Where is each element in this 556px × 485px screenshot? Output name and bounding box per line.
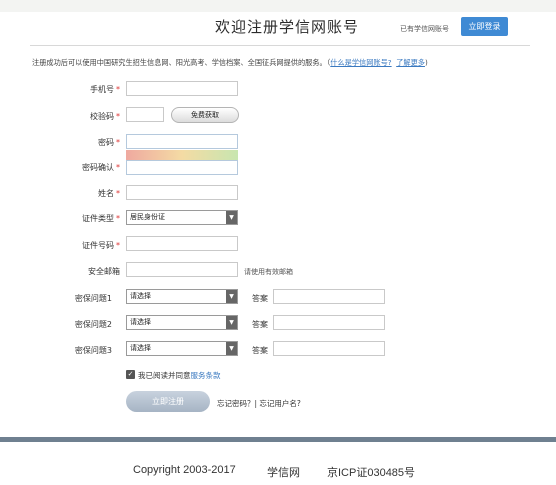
email-label: 安全邮箱 — [30, 266, 120, 277]
id-type-label: 证件类型 * — [30, 213, 120, 224]
question1-label: 密保问题1 — [22, 293, 112, 304]
answer2-input[interactable] — [273, 315, 385, 330]
id-number-input[interactable] — [126, 236, 238, 251]
question3-select[interactable]: 请选择 ▼ — [126, 341, 238, 356]
password-label: 密码 * — [30, 137, 120, 148]
name-label-text: 姓名 — [98, 189, 114, 198]
password-input[interactable] — [126, 134, 238, 149]
required-star: * — [116, 189, 120, 198]
what-is-account-link[interactable]: 什么是学信网账号? — [330, 58, 391, 67]
required-star: * — [116, 163, 120, 172]
answer1-input[interactable] — [273, 289, 385, 304]
id-number-label-text: 证件号码 — [82, 241, 114, 250]
intro-body: 注册成功后可以使用中国研究生招生信息网、阳光高考、学信档案、全国征兵网提供的服务… — [32, 58, 331, 67]
question2-label: 密保问题2 — [22, 319, 112, 330]
email-input[interactable] — [126, 262, 238, 277]
answer1-label: 答案 — [252, 294, 268, 303]
email-hint: 请使用有效邮箱 — [244, 268, 293, 276]
question2-select[interactable]: 请选择 ▼ — [126, 315, 238, 330]
intro-text: 注册成功后可以使用中国研究生招生信息网、阳光高考、学信档案、全国征兵网提供的服务… — [32, 58, 428, 68]
password-strength-bar — [126, 150, 238, 160]
icp-number: 京ICP证030485号 — [327, 467, 416, 479]
question2-label-text: 密保问题2 — [74, 320, 112, 329]
copyright-text: Copyright 2003-2017 — [133, 464, 236, 476]
login-button[interactable]: 立即登录 — [461, 17, 508, 36]
code-input[interactable] — [126, 107, 164, 122]
terms-link[interactable]: 服务条款 — [191, 371, 221, 380]
question1-label-text: 密保问题1 — [74, 294, 112, 303]
phone-label-text: 手机号 — [90, 85, 114, 94]
agree-text-body: 我已阅读并同意 — [138, 371, 191, 380]
have-account-text: 已有学信网账号 — [400, 25, 449, 33]
chevron-down-icon: ▼ — [226, 290, 237, 303]
get-code-button[interactable]: 免费获取 — [171, 107, 239, 123]
confirm-label: 密码确认 * — [30, 162, 120, 173]
required-star: * — [116, 138, 120, 147]
registration-panel — [0, 12, 556, 437]
header-divider — [30, 45, 530, 46]
code-label: 校验码 * — [30, 111, 120, 122]
register-button[interactable]: 立即注册 — [126, 391, 210, 412]
question1-select[interactable]: 请选择 ▼ — [126, 289, 238, 304]
intro-close-paren: ) — [424, 58, 428, 67]
id-number-label: 证件号码 * — [30, 240, 120, 251]
required-star: * — [116, 241, 120, 250]
name-label: 姓名 * — [30, 188, 120, 199]
answer3-input[interactable] — [273, 341, 385, 356]
question3-value: 请选择 — [130, 344, 151, 352]
name-input[interactable] — [126, 185, 238, 200]
question3-label: 密保问题3 — [22, 345, 112, 356]
answer3-label: 答案 — [252, 346, 268, 355]
required-star: * — [116, 112, 120, 121]
id-type-label-text: 证件类型 — [82, 214, 114, 223]
footer: Copyright 2003-2017 学信网 京ICP证030485号 — [0, 442, 556, 485]
id-type-value: 居民身份证 — [130, 213, 165, 221]
answer2-label: 答案 — [252, 320, 268, 329]
id-type-select[interactable]: 居民身份证 ▼ — [126, 210, 238, 225]
password-label-text: 密码 — [98, 138, 114, 147]
page-title: 欢迎注册学信网账号 — [215, 18, 360, 36]
required-star: * — [116, 214, 120, 223]
required-star: * — [116, 85, 120, 94]
chevron-down-icon: ▼ — [226, 342, 237, 355]
chevron-down-icon: ▼ — [226, 211, 237, 224]
top-banner — [0, 0, 556, 12]
chevron-down-icon: ▼ — [226, 316, 237, 329]
learn-more-link[interactable]: 了解更多 — [396, 58, 425, 67]
agree-text: 我已阅读并同意服务条款 — [138, 370, 221, 381]
site-name: 学信网 — [267, 467, 300, 479]
agree-checkbox[interactable]: ✓ — [126, 370, 135, 379]
forgot-links[interactable]: 忘记密码？| 忘记用户名? — [217, 398, 301, 409]
question2-value: 请选择 — [130, 318, 151, 326]
question3-label-text: 密保问题3 — [74, 346, 112, 355]
email-label-text: 安全邮箱 — [88, 267, 120, 276]
phone-label: 手机号 * — [30, 84, 120, 95]
phone-input[interactable] — [126, 81, 238, 96]
question1-value: 请选择 — [130, 292, 151, 300]
confirm-label-text: 密码确认 — [82, 163, 114, 172]
confirm-password-input[interactable] — [126, 160, 238, 175]
code-label-text: 校验码 — [90, 112, 114, 121]
